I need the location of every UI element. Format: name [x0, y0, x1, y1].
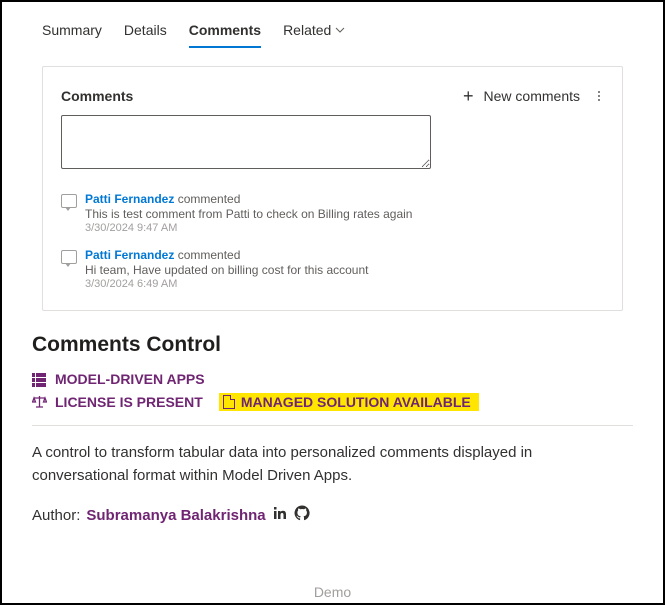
- badge-license-link[interactable]: LICENSE IS PRESENT: [55, 394, 203, 410]
- comment-item: Patti Fernandez commented This is test c…: [61, 184, 604, 240]
- section-title: Comments Control: [32, 333, 633, 357]
- comment-body: Patti Fernandez commented Hi team, Have …: [85, 248, 369, 290]
- comment-list: Patti Fernandez commented This is test c…: [61, 184, 604, 296]
- comment-input[interactable]: [61, 115, 431, 169]
- tab-related[interactable]: Related: [283, 16, 345, 48]
- comment-author-link[interactable]: Patti Fernandez: [85, 248, 174, 262]
- footer-text: Demo: [314, 584, 351, 600]
- author-line: Author: Subramanya Balakrishna: [32, 505, 633, 525]
- author-label: Author:: [32, 507, 80, 524]
- plus-icon: +: [463, 87, 474, 105]
- badge-model-driven[interactable]: MODEL-DRIVEN APPS: [32, 371, 633, 387]
- comment-item: Patti Fernandez commented Hi team, Have …: [61, 240, 604, 296]
- github-icon[interactable]: [294, 505, 310, 525]
- new-comments-button[interactable]: + New comments: [463, 87, 580, 105]
- comment-author-link[interactable]: Patti Fernandez: [85, 192, 174, 206]
- file-download-icon: [223, 395, 235, 409]
- badge-managed-link[interactable]: MANAGED SOLUTION AVAILABLE: [219, 393, 479, 411]
- comment-action: commented: [178, 192, 241, 206]
- tab-related-label: Related: [283, 22, 331, 38]
- panel-header: Comments + New comments: [61, 87, 604, 105]
- linkedin-icon[interactable]: [272, 505, 288, 525]
- badge-model-label: MODEL-DRIVEN APPS: [55, 371, 205, 387]
- comment-bubble-icon: [61, 194, 77, 208]
- tab-bar: Summary Details Comments Related: [2, 2, 663, 48]
- tab-details[interactable]: Details: [124, 16, 167, 48]
- comment-timestamp: 3/30/2024 9:47 AM: [85, 222, 412, 234]
- tab-comments[interactable]: Comments: [189, 16, 261, 48]
- more-actions-button[interactable]: [594, 87, 604, 105]
- comments-panel: Comments + New comments Patti Fernandez …: [42, 66, 623, 311]
- badge-row-2: LICENSE IS PRESENT MANAGED SOLUTION AVAI…: [32, 393, 633, 411]
- new-comments-label: New comments: [484, 88, 580, 104]
- chevron-down-icon: [335, 25, 345, 36]
- divider: [32, 425, 633, 426]
- comment-text: This is test comment from Patti to check…: [85, 207, 412, 221]
- comment-action: commented: [178, 248, 241, 262]
- tab-summary[interactable]: Summary: [42, 16, 102, 48]
- comment-bubble-icon: [61, 250, 77, 264]
- panel-title: Comments: [61, 88, 133, 104]
- comment-text: Hi team, Have updated on billing cost fo…: [85, 263, 369, 277]
- control-description: A control to transform tabular data into…: [32, 442, 633, 487]
- scale-icon: [32, 396, 47, 409]
- badges: MODEL-DRIVEN APPS LICENSE IS PRESENT MAN…: [32, 371, 633, 411]
- badge-managed-label: MANAGED SOLUTION AVAILABLE: [241, 394, 471, 410]
- comment-body: Patti Fernandez commented This is test c…: [85, 192, 412, 234]
- list-icon: [32, 373, 47, 386]
- author-name-link[interactable]: Subramanya Balakrishna: [86, 507, 265, 524]
- comment-timestamp: 3/30/2024 6:49 AM: [85, 278, 369, 290]
